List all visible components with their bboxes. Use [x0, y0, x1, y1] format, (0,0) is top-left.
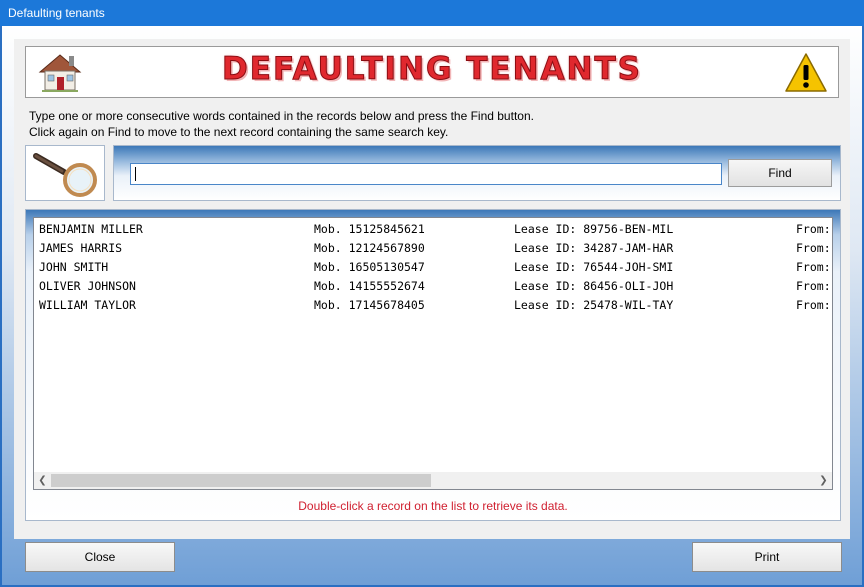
hint-text: Double-click a record on the list to ret…	[298, 499, 568, 513]
search-icon-box	[25, 145, 105, 201]
search-input[interactable]	[130, 163, 722, 185]
search-panel: Find	[113, 145, 841, 201]
tenant-from: From:	[796, 298, 831, 312]
scrollbar-thumb[interactable]	[51, 474, 431, 487]
find-button[interactable]: Find	[728, 159, 832, 187]
tenant-mobile: Mob. 14155552674	[314, 279, 425, 293]
records-panel: BENJAMIN MILLER Mob. 15125845621 Lease I…	[25, 209, 841, 521]
title-bar: Defaulting tenants	[0, 0, 864, 26]
records-list[interactable]: BENJAMIN MILLER Mob. 15125845621 Lease I…	[33, 217, 833, 490]
list-item[interactable]: OLIVER JOHNSON Mob. 14155552674 Lease ID…	[34, 276, 832, 295]
tenant-mobile: Mob. 12124567890	[314, 241, 425, 255]
tenant-mobile: Mob. 16505130547	[314, 260, 425, 274]
tenant-from: From:	[796, 279, 831, 293]
tenant-lease: Lease ID: 89756-BEN-MIL	[514, 222, 674, 236]
tenant-name: WILLIAM TAYLOR	[39, 298, 136, 312]
window-body: DEFAULTING TENANTS Type one or more cons…	[2, 26, 862, 585]
tenant-name: JAMES HARRIS	[39, 241, 123, 255]
instructions: Type one or more consecutive words conta…	[29, 108, 534, 140]
list-item[interactable]: JOHN SMITH Mob. 16505130547 Lease ID: 76…	[34, 257, 832, 276]
window-title: Defaulting tenants	[8, 6, 105, 20]
tenant-lease: Lease ID: 86456-OLI-JOH	[514, 279, 674, 293]
scroll-left-icon[interactable]: ❮	[34, 472, 51, 489]
magnifier-icon	[33, 153, 97, 197]
scroll-right-icon[interactable]: ❯	[815, 472, 832, 489]
list-item[interactable]: WILLIAM TAYLOR Mob. 17145678405 Lease ID…	[34, 295, 832, 314]
tenant-name: OLIVER JOHNSON	[39, 279, 136, 293]
dialog-content: DEFAULTING TENANTS Type one or more cons…	[14, 39, 850, 572]
list-item[interactable]: BENJAMIN MILLER Mob. 15125845621 Lease I…	[34, 219, 832, 238]
tenant-lease: Lease ID: 76544-JOH-SMI	[514, 260, 674, 274]
tenant-mobile: Mob. 17145678405	[314, 298, 425, 312]
header-banner: DEFAULTING TENANTS	[25, 46, 839, 98]
tenant-lease: Lease ID: 34287-JAM-HAR	[514, 241, 674, 255]
tenant-from: From:	[796, 241, 831, 255]
print-button[interactable]: Print	[692, 542, 842, 572]
warning-icon	[785, 53, 827, 92]
tenant-from: From:	[796, 222, 831, 236]
list-item[interactable]: JAMES HARRIS Mob. 12124567890 Lease ID: …	[34, 238, 832, 257]
tenant-name: BENJAMIN MILLER	[39, 222, 143, 236]
horizontal-scrollbar[interactable]: ❮ ❯	[34, 472, 832, 489]
instruction-line-1: Type one or more consecutive words conta…	[29, 109, 534, 123]
tenant-lease: Lease ID: 25478-WIL-TAY	[514, 298, 674, 312]
instruction-line-2: Click again on Find to move to the next …	[29, 125, 449, 139]
banner-title: DEFAULTING TENANTS	[222, 51, 642, 88]
close-button[interactable]: Close	[25, 542, 175, 572]
tenant-mobile: Mob. 15125845621	[314, 222, 425, 236]
tenant-from: From:	[796, 260, 831, 274]
tenant-name: JOHN SMITH	[39, 260, 109, 274]
